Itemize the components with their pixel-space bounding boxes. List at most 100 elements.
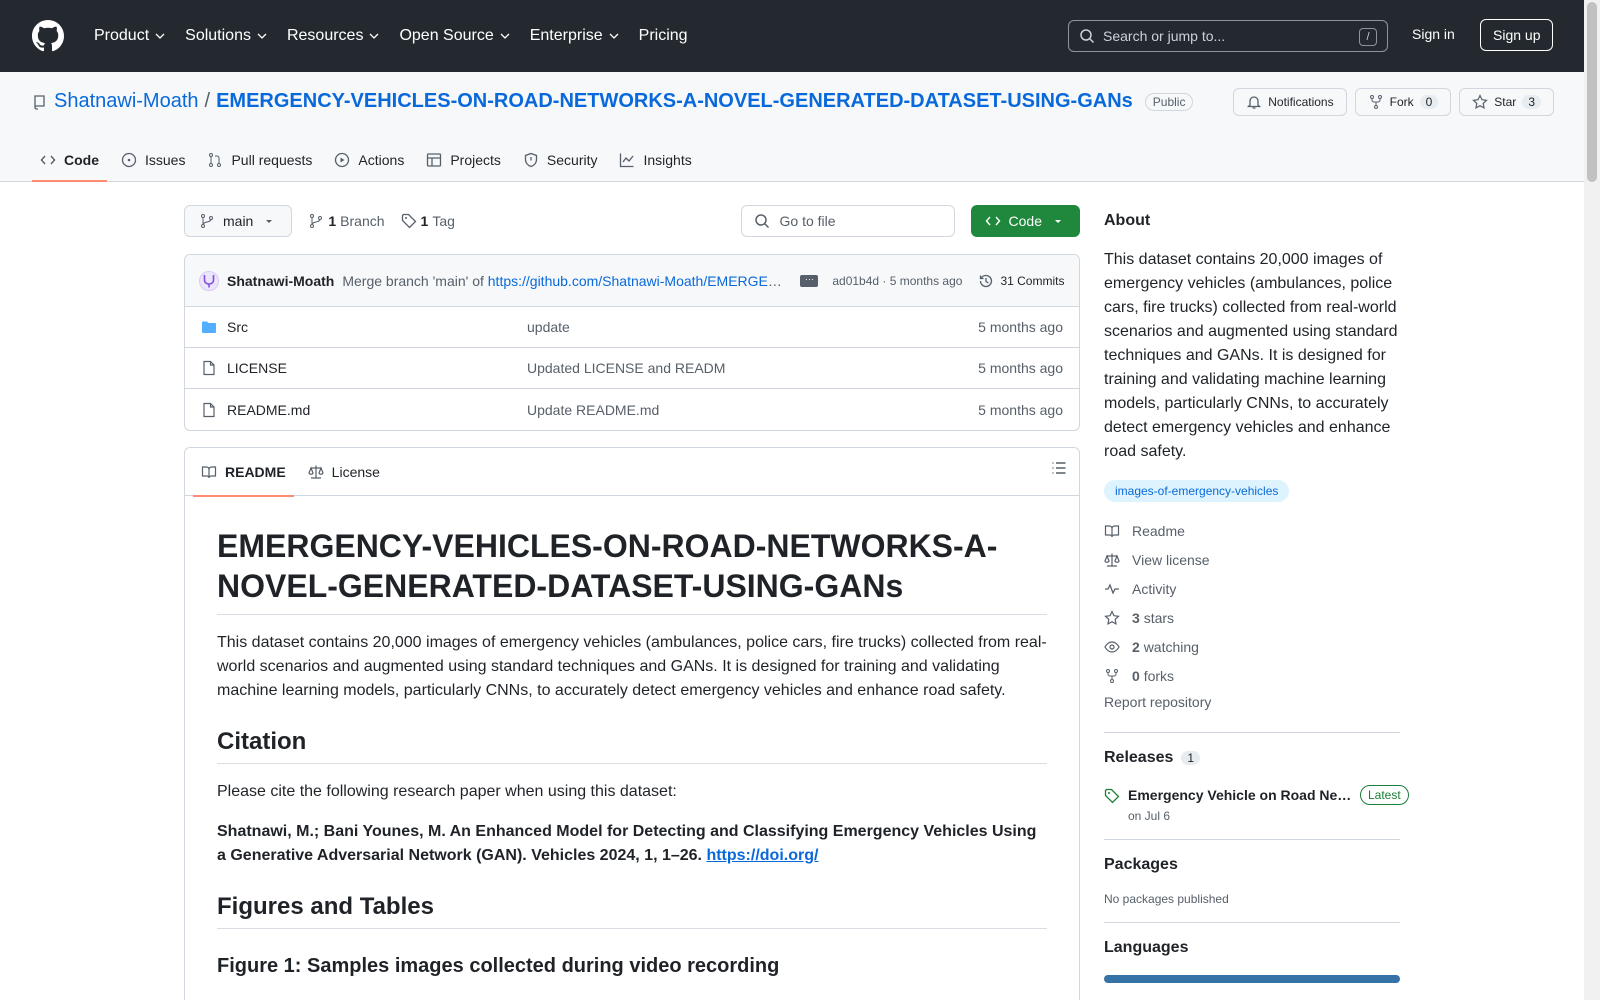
scrollbar-thumb[interactable]: [1587, 2, 1597, 182]
file-row[interactable]: Src update 5 months ago: [185, 307, 1079, 348]
stars-count: 3: [1132, 609, 1140, 626]
topic-tag[interactable]: images-of-emergency-vehicles: [1104, 480, 1290, 502]
watchers-link-text: 2 watching: [1132, 639, 1199, 655]
watchers-link[interactable]: 2 watching: [1104, 632, 1400, 661]
branches-link[interactable]: 1 Branch: [308, 213, 385, 229]
stars-label: stars: [1143, 609, 1175, 626]
doi-link[interactable]: https://doi.org/: [706, 847, 818, 864]
branch-selector[interactable]: main: [184, 205, 293, 237]
book-icon: [1104, 524, 1120, 537]
forks-count: 0: [1132, 667, 1140, 684]
nav-open-source[interactable]: Open Source: [391, 21, 517, 51]
packages-section: Packages No packages published: [1104, 839, 1400, 906]
notifications-button[interactable]: Notifications: [1233, 88, 1347, 116]
github-logo-icon[interactable]: [32, 20, 64, 52]
code-icon: [985, 216, 1000, 226]
releases-heading[interactable]: Releases: [1104, 749, 1173, 767]
latest-badge: Latest: [1360, 785, 1409, 805]
nav-resources[interactable]: Resources: [279, 21, 387, 51]
release-name[interactable]: Emergency Vehicle on Road Networks: [1128, 787, 1352, 803]
outline-list-icon[interactable]: [1051, 460, 1067, 476]
nav-solutions-label: Solutions: [185, 27, 251, 44]
tab-security[interactable]: Security: [515, 140, 606, 180]
tab-license[interactable]: License: [300, 448, 388, 496]
global-header: Product Solutions Resources Open Source …: [0, 0, 1600, 72]
language-bar: [1104, 975, 1400, 983]
avatar[interactable]: [199, 270, 219, 291]
releases-section: Releases 1 Emergency Vehicle on Road Net…: [1104, 732, 1409, 823]
star-button[interactable]: Star 3: [1459, 88, 1554, 116]
code-dropdown-button[interactable]: Code: [970, 205, 1080, 237]
eye-icon: [1104, 640, 1120, 653]
tab-code[interactable]: Code: [32, 140, 107, 182]
stars-link[interactable]: 3 stars: [1104, 603, 1400, 632]
file-name[interactable]: README.md: [227, 402, 310, 418]
sign-in-link[interactable]: Sign in: [1412, 26, 1455, 42]
file-commit-message[interactable]: Updated LICENSE and READM: [527, 360, 978, 376]
tab-security-label: Security: [546, 152, 598, 168]
tags-link[interactable]: 1 Tag: [401, 213, 455, 229]
search-input[interactable]: Search or jump to... /: [1068, 20, 1388, 52]
sign-up-button[interactable]: Sign up: [1480, 19, 1554, 51]
about-heading: About: [1104, 212, 1151, 229]
tab-pull-requests[interactable]: Pull requests: [199, 140, 320, 180]
packages-heading[interactable]: Packages: [1104, 856, 1400, 874]
citation-reference-text: Shatnawi, M.; Bani Younes, M. An Enhance…: [217, 823, 1037, 864]
readme-link[interactable]: Readme: [1104, 516, 1400, 545]
activity-link[interactable]: Activity: [1104, 574, 1400, 603]
release-item[interactable]: Emergency Vehicle on Road Networks Lates…: [1104, 785, 1409, 823]
file-name[interactable]: LICENSE: [227, 360, 287, 376]
file-name[interactable]: Src: [227, 319, 248, 335]
file-date: 5 months ago: [978, 360, 1063, 376]
tab-code-label: Code: [64, 152, 99, 168]
go-to-file-placeholder: Go to file: [779, 213, 836, 229]
file-name-cell: LICENSE: [201, 360, 527, 376]
repo-owner-link[interactable]: Shatnawi-Moath: [54, 90, 199, 113]
file-commit-message[interactable]: update: [527, 319, 978, 335]
tab-pull-requests-label: Pull requests: [231, 152, 313, 168]
tab-actions[interactable]: Actions: [326, 140, 412, 180]
tab-issues[interactable]: Issues: [113, 140, 193, 180]
tab-license-label: License: [331, 463, 380, 480]
search-placeholder: Search or jump to...: [1103, 28, 1226, 44]
code-icon: [40, 155, 56, 165]
releases-title: Releases 1: [1104, 749, 1400, 767]
tab-insights[interactable]: Insights: [611, 140, 699, 180]
file-commit-message[interactable]: Update README.md: [527, 402, 978, 418]
chevron-down-icon: [500, 33, 510, 39]
commit-history-link[interactable]: 31 Commits: [978, 273, 1064, 289]
readme-intro: This dataset contains 20,000 images of e…: [217, 634, 1047, 699]
forks-link[interactable]: 0 forks: [1104, 661, 1400, 690]
license-link[interactable]: View license: [1104, 545, 1400, 574]
tab-projects[interactable]: Projects: [418, 140, 509, 180]
nav-solutions[interactable]: Solutions: [177, 21, 275, 51]
stars-link-text: 3 stars: [1132, 610, 1174, 626]
citation-heading: Citation: [217, 727, 1047, 764]
nav-enterprise[interactable]: Enterprise: [522, 21, 627, 51]
commit-sha[interactable]: ad01b4d · 5 months ago: [832, 274, 962, 288]
nav-product[interactable]: Product: [86, 21, 173, 51]
file-row[interactable]: README.md Update README.md 5 months ago: [185, 389, 1079, 430]
nav-enterprise-label: Enterprise: [529, 27, 603, 44]
report-repository-link[interactable]: Report repository: [1104, 694, 1400, 716]
expand-commit-message-button[interactable]: ···: [800, 274, 819, 287]
readme-link-label: Readme: [1132, 522, 1185, 539]
tab-readme[interactable]: README: [193, 448, 294, 497]
nav-pricing[interactable]: Pricing: [631, 21, 696, 51]
page-scrollbar[interactable]: [1584, 0, 1600, 1000]
commit-author-link[interactable]: Shatnawi-Moath: [227, 273, 334, 289]
commit-message-link[interactable]: https://github.com/Shatnawi-Moath/EMERGE…: [488, 273, 787, 289]
repo-name-link[interactable]: EMERGENCY-VEHICLES-ON-ROAD-NETWORKS-A-NO…: [216, 90, 1133, 113]
fork-icon: [1106, 668, 1118, 683]
commit-message[interactable]: Merge branch 'main' of https://github.co…: [342, 273, 786, 289]
figures-heading: Figures and Tables: [217, 892, 1047, 929]
star-label: Star: [1494, 95, 1517, 109]
fork-button[interactable]: Fork 0: [1354, 88, 1452, 116]
tag-count-label: Tag: [432, 213, 455, 229]
breadcrumb-separator: /: [204, 90, 211, 112]
file-row[interactable]: LICENSE Updated LICENSE and READM 5 mont…: [185, 348, 1079, 389]
go-to-file-input[interactable]: Go to file: [740, 205, 955, 237]
repo-tabs: Code Issues Pull requests Actions Projec…: [32, 140, 700, 182]
bell-icon: [1247, 96, 1262, 109]
law-icon: [308, 465, 324, 479]
